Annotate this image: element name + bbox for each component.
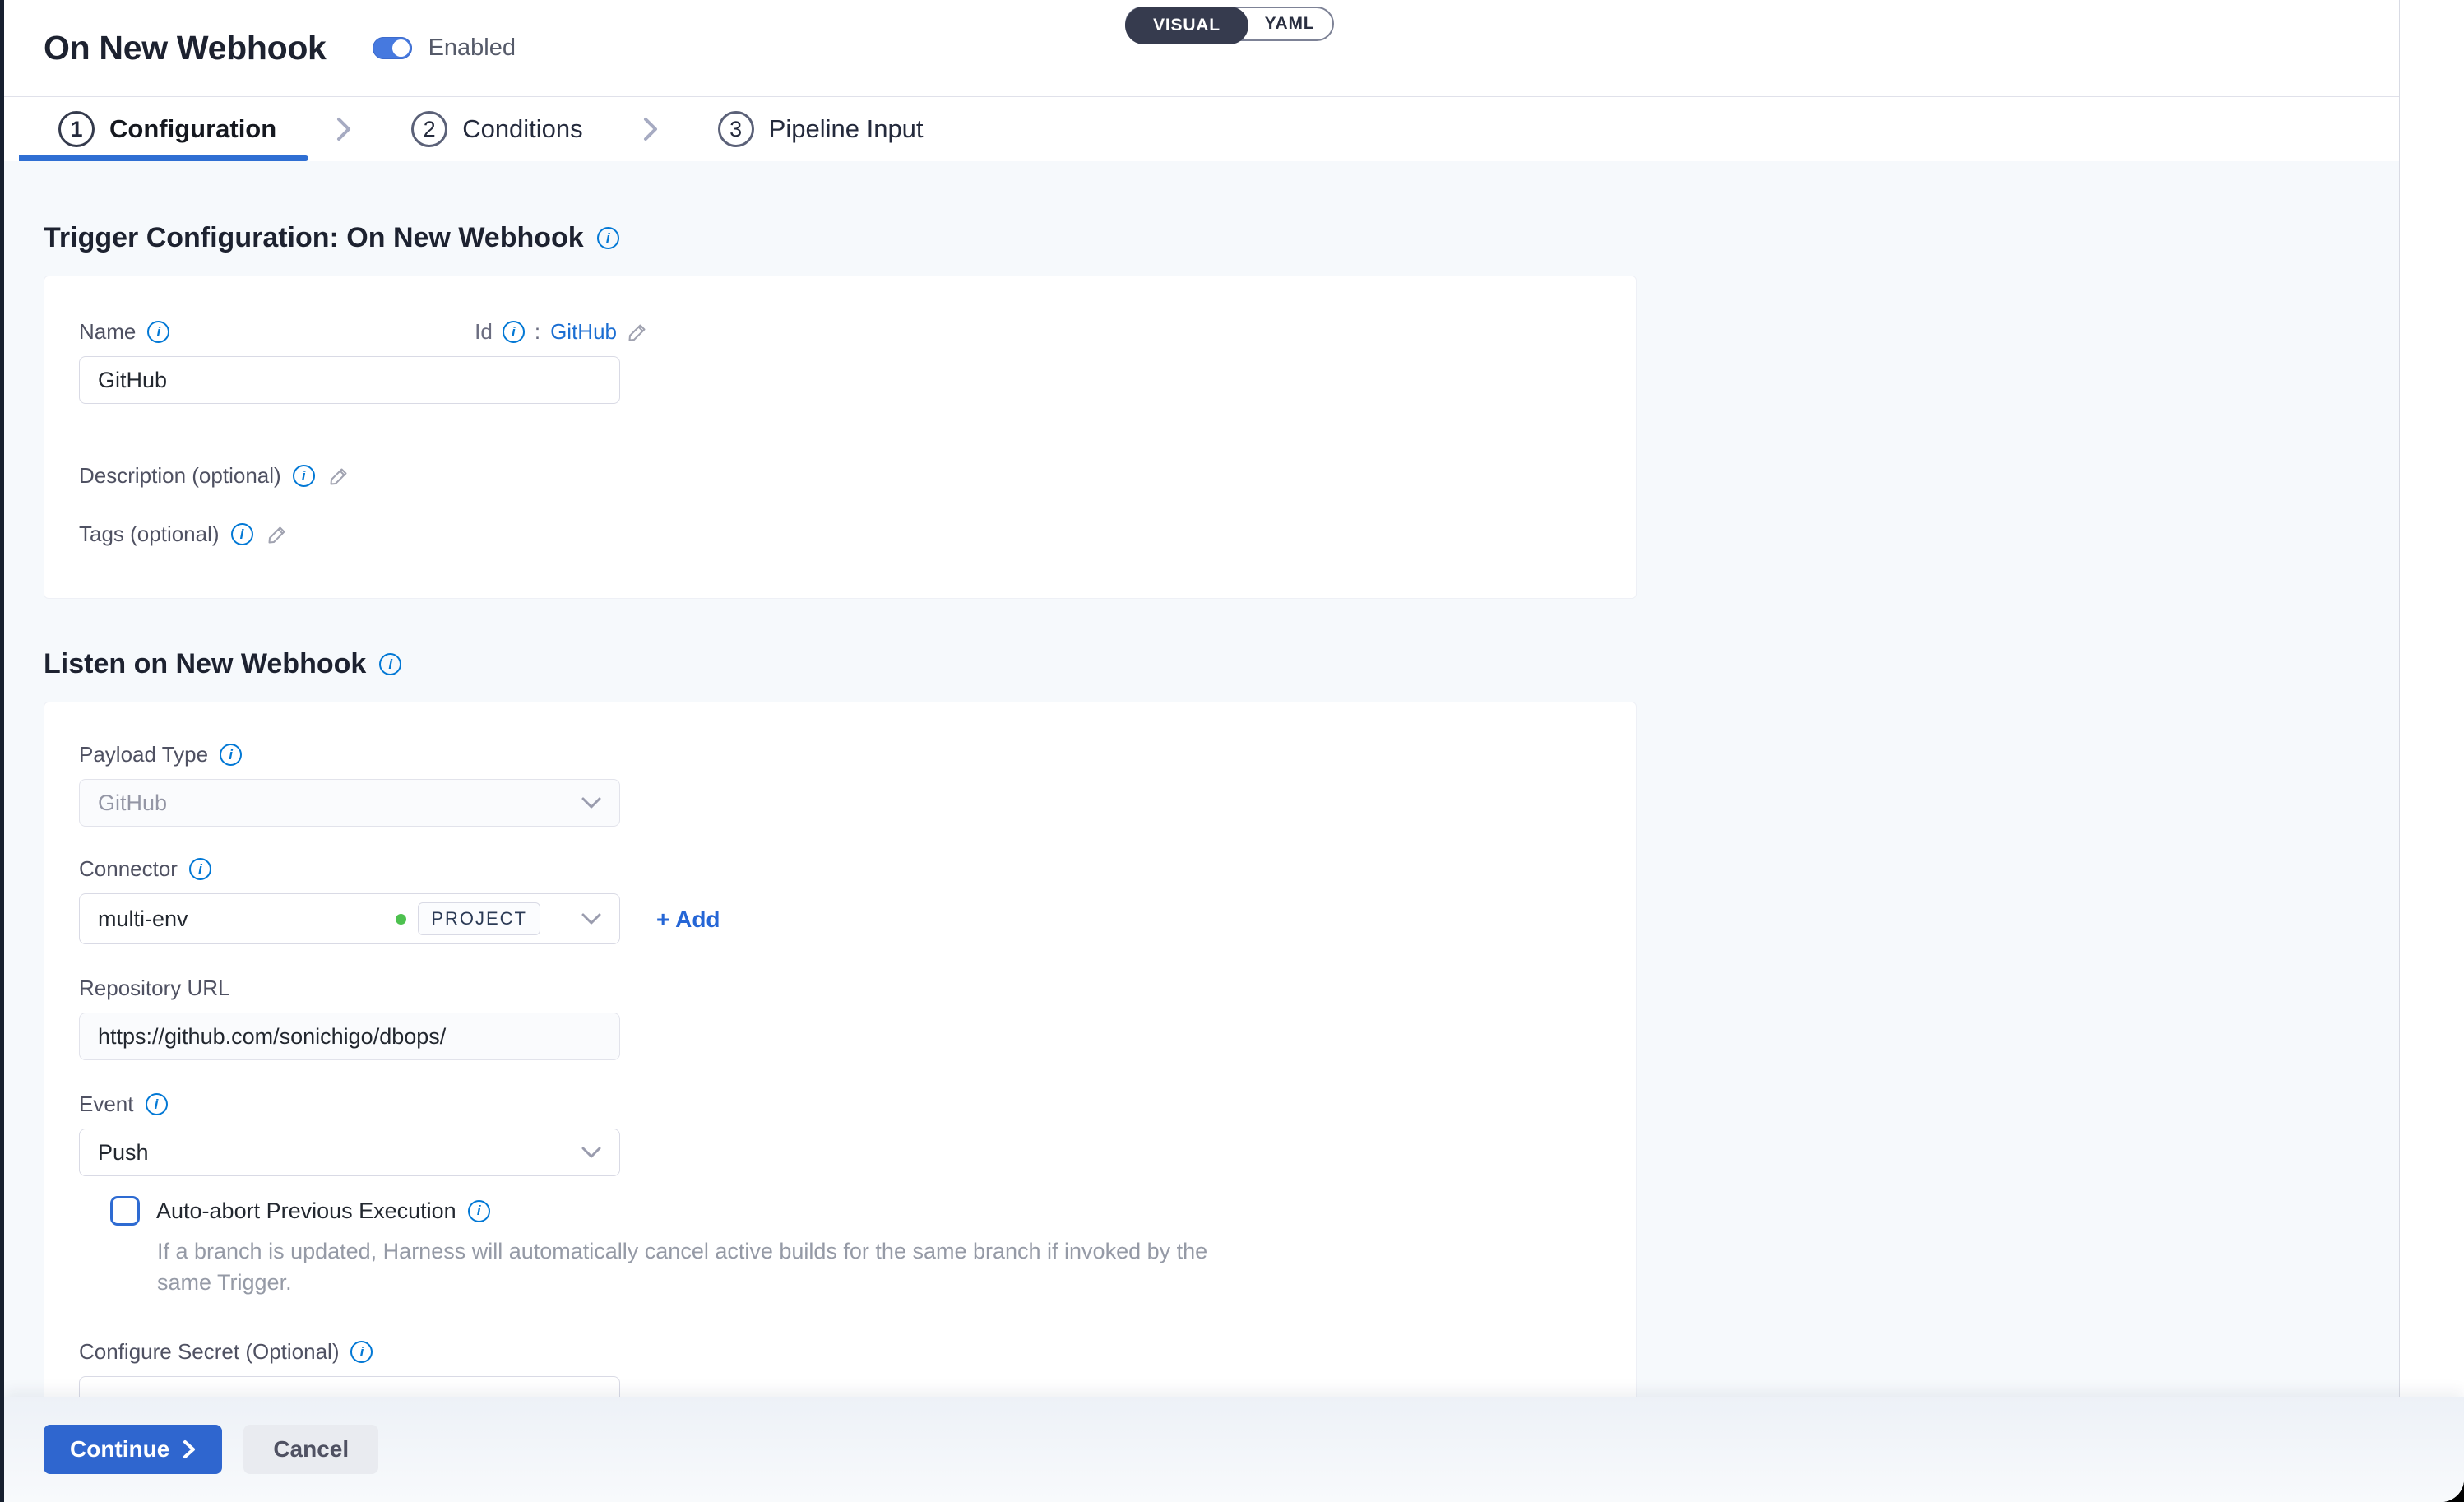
page-title: On New Webhook bbox=[44, 29, 327, 67]
info-icon[interactable] bbox=[147, 321, 169, 343]
info-icon[interactable] bbox=[379, 653, 401, 675]
repo-url-label-group: Repository URL bbox=[79, 976, 1601, 1001]
auto-abort-label-group: Auto-abort Previous Execution bbox=[156, 1198, 490, 1224]
enabled-toggle-group: Enabled bbox=[373, 35, 516, 62]
connector-select[interactable]: multi-env PROJECT bbox=[79, 893, 620, 944]
step-2-circle: 2 bbox=[411, 111, 447, 147]
chevron-right-icon bbox=[183, 1439, 196, 1460]
event-label-group: Event bbox=[79, 1092, 1601, 1117]
payload-type-value: GitHub bbox=[98, 790, 167, 816]
repo-url-input[interactable] bbox=[79, 1013, 620, 1060]
chevron-down-icon bbox=[581, 797, 601, 809]
event-value: Push bbox=[98, 1140, 149, 1166]
status-dot-icon bbox=[396, 914, 406, 925]
step-3-label: Pipeline Input bbox=[769, 114, 924, 144]
continue-button[interactable]: Continue bbox=[44, 1425, 222, 1474]
toggle-knob-icon bbox=[392, 39, 410, 57]
tags-label: Tags (optional) bbox=[79, 522, 220, 547]
id-separator: : bbox=[535, 319, 540, 345]
wizard-steps: 1 Configuration 2 Conditions 3 Pipeline … bbox=[4, 96, 2399, 161]
connector-label-group: Connector bbox=[79, 856, 1601, 882]
id-label: Id bbox=[475, 319, 493, 345]
edit-pencil-icon[interactable] bbox=[266, 524, 288, 545]
payload-type-label: Payload Type bbox=[79, 742, 208, 767]
trigger-configuration-heading-text: Trigger Configuration: On New Webhook bbox=[44, 222, 584, 254]
step-configuration[interactable]: 1 Configuration bbox=[58, 111, 276, 147]
wizard-header: On New Webhook Enabled VISUAL YAML bbox=[4, 0, 2399, 96]
connector-label: Connector bbox=[79, 856, 178, 882]
info-icon[interactable] bbox=[220, 744, 242, 766]
description-label: Description (optional) bbox=[79, 463, 281, 489]
chevron-down-icon bbox=[581, 913, 601, 925]
wizard-footer: Continue Cancel bbox=[4, 1397, 2464, 1502]
tags-label-group: Tags (optional) bbox=[79, 522, 253, 547]
id-value[interactable]: GitHub bbox=[550, 319, 617, 345]
visual-yaml-toggle: VISUAL YAML bbox=[1125, 7, 1334, 41]
trigger-configuration-card: Name Id : GitHub bbox=[44, 276, 1637, 599]
info-icon[interactable] bbox=[597, 227, 619, 249]
secret-label: Configure Secret (Optional) bbox=[79, 1339, 339, 1365]
step-conditions[interactable]: 2 Conditions bbox=[411, 111, 582, 147]
name-input[interactable] bbox=[79, 356, 620, 404]
tags-row: Tags (optional) bbox=[79, 522, 1601, 547]
name-id-row: Name Id : GitHub bbox=[79, 319, 648, 345]
step-3-circle: 3 bbox=[718, 111, 754, 147]
wizard-panel: On New Webhook Enabled VISUAL YAML 1 Con… bbox=[4, 0, 2399, 1502]
add-connector-button[interactable]: + Add bbox=[656, 906, 720, 933]
chevron-right-icon bbox=[336, 116, 352, 142]
event-select[interactable]: Push bbox=[79, 1129, 620, 1176]
step-2-label: Conditions bbox=[462, 114, 582, 144]
name-label-group: Name bbox=[79, 319, 169, 345]
event-label: Event bbox=[79, 1092, 134, 1117]
left-nav-edge bbox=[0, 0, 4, 1502]
repo-url-label: Repository URL bbox=[79, 976, 230, 1001]
continue-button-label: Continue bbox=[70, 1436, 169, 1463]
step-1-circle: 1 bbox=[58, 111, 95, 147]
name-label: Name bbox=[79, 319, 136, 345]
info-icon[interactable] bbox=[468, 1200, 490, 1222]
description-row: Description (optional) bbox=[79, 463, 1601, 489]
chevron-right-icon bbox=[642, 116, 659, 142]
info-icon[interactable] bbox=[146, 1093, 168, 1115]
edit-pencil-icon[interactable] bbox=[328, 466, 350, 487]
connector-value: multi-env bbox=[98, 906, 396, 932]
listen-heading-text: Listen on New Webhook bbox=[44, 648, 366, 680]
payload-type-label-group: Payload Type bbox=[79, 742, 1601, 767]
auto-abort-row: Auto-abort Previous Execution bbox=[110, 1196, 1601, 1226]
visual-tab[interactable]: VISUAL bbox=[1125, 7, 1248, 44]
yaml-tab[interactable]: YAML bbox=[1247, 8, 1332, 39]
info-icon[interactable] bbox=[503, 321, 525, 343]
auto-abort-label: Auto-abort Previous Execution bbox=[156, 1198, 456, 1224]
info-icon[interactable] bbox=[293, 465, 315, 487]
trigger-wizard-window: On New Webhook Enabled VISUAL YAML 1 Con… bbox=[0, 0, 2464, 1502]
info-icon[interactable] bbox=[350, 1341, 373, 1363]
description-label-group: Description (optional) bbox=[79, 463, 315, 489]
listen-card: Payload Type GitHub Connector multi-env bbox=[44, 702, 1637, 1502]
edit-pencil-icon[interactable] bbox=[627, 322, 648, 343]
auto-abort-help-text: If a branch is updated, Harness will aut… bbox=[157, 1235, 1226, 1298]
auto-abort-checkbox[interactable] bbox=[110, 1196, 140, 1226]
payload-type-select[interactable]: GitHub bbox=[79, 779, 620, 827]
info-icon[interactable] bbox=[231, 523, 253, 545]
configuration-content: Trigger Configuration: On New Webhook Na… bbox=[4, 161, 2399, 1502]
step-1-label: Configuration bbox=[109, 114, 276, 144]
secret-label-group: Configure Secret (Optional) bbox=[79, 1339, 1601, 1365]
enabled-label: Enabled bbox=[428, 35, 516, 62]
cancel-button[interactable]: Cancel bbox=[243, 1425, 378, 1474]
id-row: Id : GitHub bbox=[475, 319, 648, 345]
info-icon[interactable] bbox=[189, 858, 211, 880]
connector-row: multi-env PROJECT + Add bbox=[79, 882, 1601, 944]
step-pipeline-input[interactable]: 3 Pipeline Input bbox=[718, 111, 924, 147]
chevron-down-icon bbox=[581, 1147, 601, 1158]
connector-scope-badge: PROJECT bbox=[418, 902, 540, 935]
enabled-toggle[interactable] bbox=[373, 37, 412, 59]
right-gutter bbox=[2399, 0, 2464, 1502]
active-tab-underline bbox=[19, 155, 308, 161]
listen-heading: Listen on New Webhook bbox=[44, 648, 2399, 680]
trigger-configuration-heading: Trigger Configuration: On New Webhook bbox=[44, 161, 2399, 254]
